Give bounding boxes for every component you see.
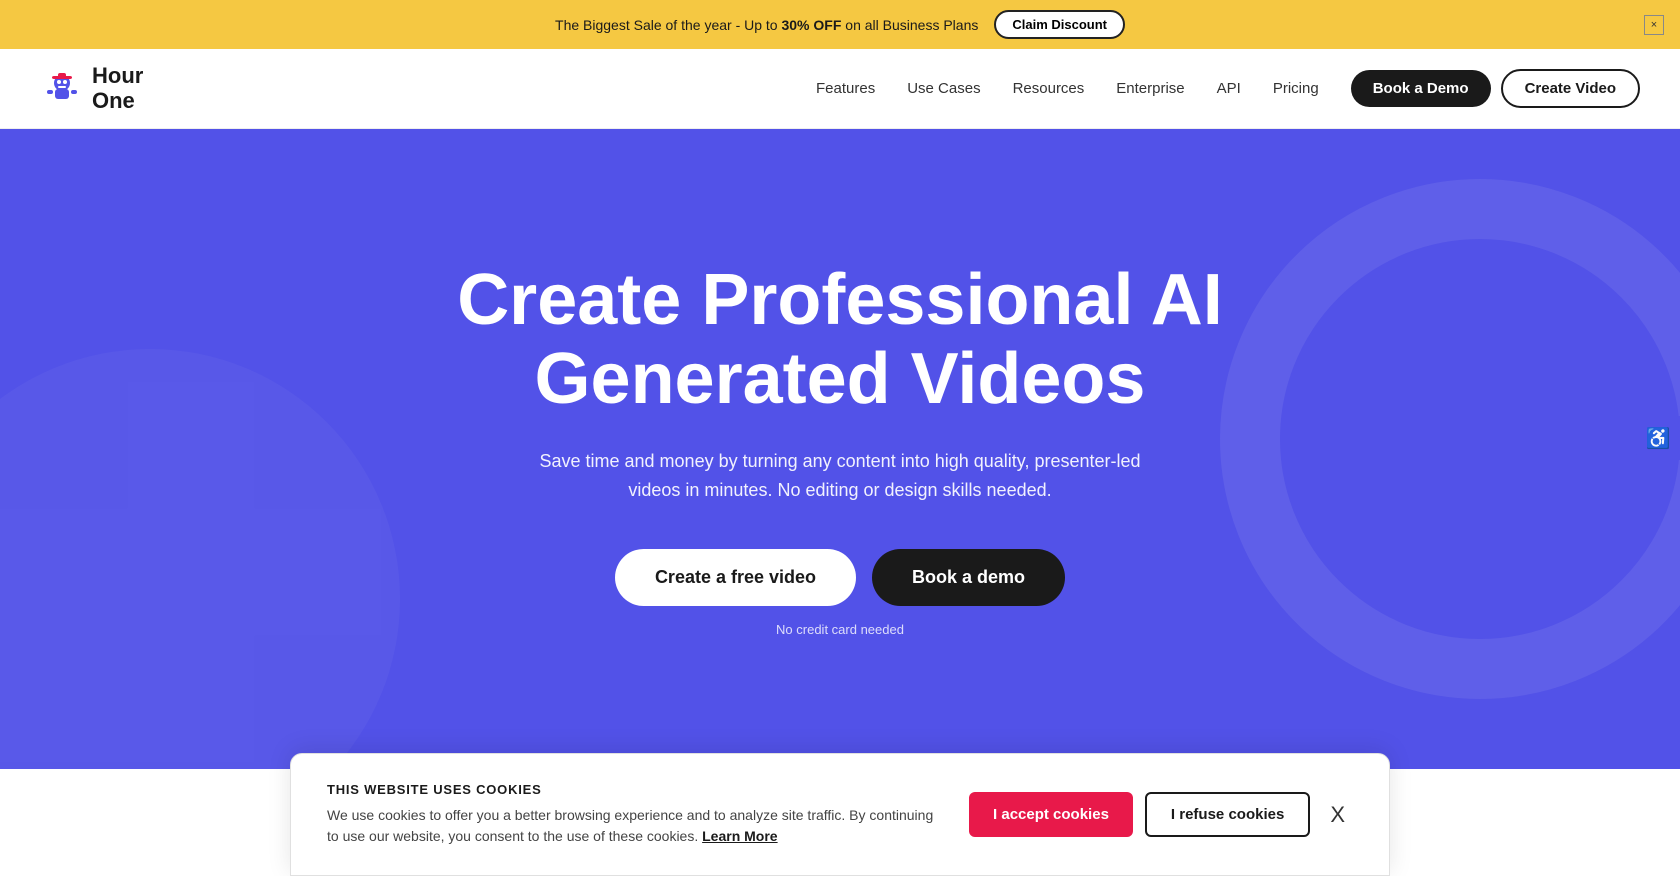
nav-pricing[interactable]: Pricing bbox=[1273, 80, 1319, 97]
hero-section: Create Professional AI Generated Videos … bbox=[0, 129, 1680, 769]
cookie-learn-more-link[interactable]: Learn More bbox=[702, 828, 777, 844]
nav-use-cases[interactable]: Use Cases bbox=[907, 80, 980, 97]
navbar: Hour One Features Use Cases Resources En… bbox=[0, 49, 1680, 129]
nav-features[interactable]: Features bbox=[816, 80, 875, 97]
announcement-close-button[interactable]: × bbox=[1644, 15, 1664, 35]
cookie-text-area: THIS WEBSITE USES COOKIES We use cookies… bbox=[327, 782, 937, 847]
accessibility-button[interactable]: ♿ bbox=[1636, 416, 1680, 460]
hero-subtitle: Save time and money by turning any conte… bbox=[520, 447, 1160, 505]
nav-api[interactable]: API bbox=[1217, 80, 1241, 97]
hero-book-demo-button[interactable]: Book a demo bbox=[872, 549, 1065, 606]
logo-link[interactable]: Hour One bbox=[40, 64, 143, 112]
cookie-close-button[interactable]: X bbox=[1322, 798, 1353, 832]
cookie-title: THIS WEBSITE USES COOKIES bbox=[327, 782, 937, 797]
book-demo-button[interactable]: Book a Demo bbox=[1351, 70, 1491, 107]
accept-cookies-button[interactable]: I accept cookies bbox=[969, 792, 1133, 837]
cookie-buttons: I accept cookies I refuse cookies X bbox=[969, 792, 1353, 837]
accessibility-icon: ♿ bbox=[1646, 426, 1671, 451]
logo-icon bbox=[40, 67, 84, 111]
hero-title: Create Professional AI Generated Videos bbox=[390, 261, 1290, 419]
create-video-button[interactable]: Create Video bbox=[1501, 69, 1640, 108]
cookie-banner: THIS WEBSITE USES COOKIES We use cookies… bbox=[290, 753, 1390, 876]
claim-discount-button[interactable]: Claim Discount bbox=[994, 10, 1125, 39]
logo-text: Hour One bbox=[92, 64, 143, 112]
hero-buttons: Create a free video Book a demo bbox=[615, 549, 1065, 606]
announcement-bar: The Biggest Sale of the year - Up to 30%… bbox=[0, 0, 1680, 49]
refuse-cookies-button[interactable]: I refuse cookies bbox=[1145, 792, 1310, 837]
hero-create-free-video-button[interactable]: Create a free video bbox=[615, 549, 856, 606]
no-credit-label: No credit card needed bbox=[776, 622, 904, 637]
announcement-text: The Biggest Sale of the year - Up to 30%… bbox=[555, 17, 978, 33]
nav-resources[interactable]: Resources bbox=[1013, 80, 1085, 97]
nav-links: Features Use Cases Resources Enterprise … bbox=[816, 80, 1319, 98]
cookie-body: We use cookies to offer you a better bro… bbox=[327, 805, 937, 847]
nav-enterprise[interactable]: Enterprise bbox=[1116, 80, 1184, 97]
